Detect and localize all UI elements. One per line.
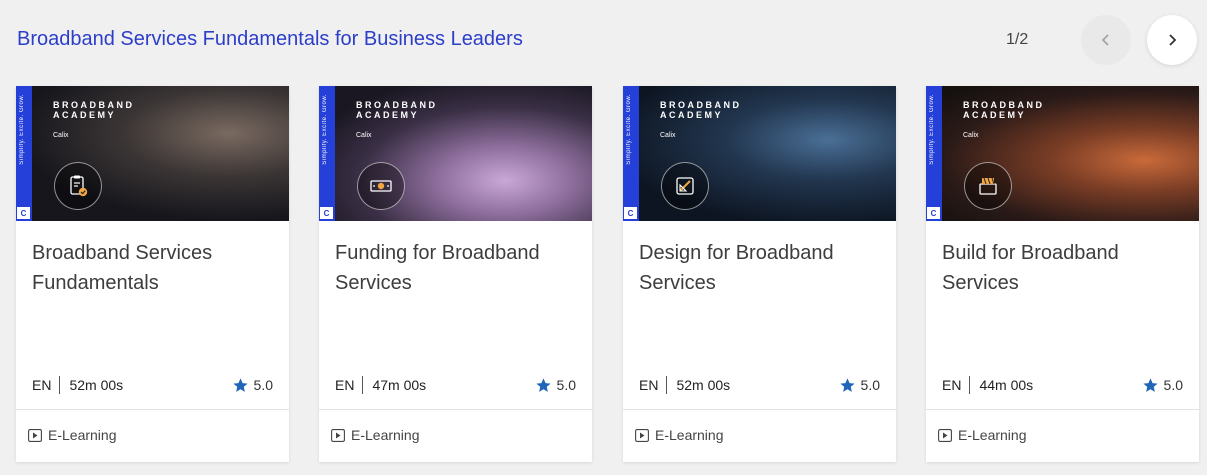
course-type-label: E-Learning [48, 427, 117, 443]
partner-logo: Calix [53, 132, 69, 139]
language-label: EN [335, 377, 355, 393]
rating-value: 5.0 [860, 377, 880, 393]
star-icon [839, 377, 855, 392]
rating: 5.0 [535, 377, 576, 394]
course-card[interactable]: Simplify. Excite. Grow. C BROADBAND ACADE… [926, 86, 1199, 462]
star-icon [1142, 377, 1158, 392]
tagline-bar: Simplify. Excite. Grow. C [319, 86, 335, 221]
course-thumbnail[interactable]: Simplify. Excite. Grow. C BROADBAND ACADE… [319, 86, 592, 221]
course-type-label: E-Learning [655, 427, 724, 443]
chevron-right-icon [1169, 34, 1177, 46]
rating: 5.0 [839, 377, 880, 394]
meta-divider [59, 376, 61, 394]
page-indicator: 1/2 [1006, 31, 1029, 48]
course-type: E-Learning [938, 427, 1027, 443]
play-video-icon [331, 428, 345, 442]
calix-mark-icon: C [320, 207, 333, 219]
rating-value: 5.0 [556, 377, 576, 393]
design-tools-icon [661, 162, 709, 210]
next-button[interactable] [1147, 15, 1197, 65]
play-video-icon [28, 428, 42, 442]
duration-label: 44m 00s [979, 377, 1034, 393]
course-meta: EN 47m 00s 5.0 [335, 375, 576, 395]
course-card[interactable]: Simplify. Excite. Grow. C BROADBAND ACADE… [623, 86, 896, 462]
partner-logo: Calix [660, 132, 676, 139]
language-label: EN [32, 377, 52, 393]
card-divider [926, 409, 1199, 410]
course-thumbnail[interactable]: Simplify. Excite. Grow. C BROADBAND ACADE… [926, 86, 1199, 221]
brand-logo: BROADBAND ACADEMY [660, 100, 742, 120]
course-type-label: E-Learning [351, 427, 420, 443]
course-type: E-Learning [635, 427, 724, 443]
meta-divider [666, 376, 668, 394]
course-type: E-Learning [28, 427, 117, 443]
construction-icon [964, 162, 1012, 210]
language-label: EN [639, 377, 659, 393]
card-divider [623, 409, 896, 410]
duration-label: 47m 00s [372, 377, 427, 393]
course-meta: EN 52m 00s 5.0 [32, 375, 273, 395]
clipboard-check-icon [54, 162, 102, 210]
course-title[interactable]: Build for Broadband Services [942, 238, 1187, 298]
course-meta: EN 52m 00s 5.0 [639, 375, 880, 395]
course-type: E-Learning [331, 427, 420, 443]
brand-logo: BROADBAND ACADEMY [963, 100, 1045, 120]
course-title[interactable]: Broadband Services Fundamentals [32, 238, 277, 298]
partner-logo: Calix [356, 132, 372, 139]
money-icon [357, 162, 405, 210]
section-title[interactable]: Broadband Services Fundamentals for Busi… [17, 28, 523, 51]
meta-divider [362, 376, 364, 394]
calix-mark-icon: C [624, 207, 637, 219]
course-thumbnail[interactable]: Simplify. Excite. Grow. C BROADBAND ACADE… [16, 86, 289, 221]
rating: 5.0 [1142, 377, 1183, 394]
course-title[interactable]: Funding for Broadband Services [335, 238, 580, 298]
duration-label: 52m 00s [69, 377, 124, 393]
card-divider [319, 409, 592, 410]
brand-logo: BROADBAND ACADEMY [356, 100, 438, 120]
course-card[interactable]: Simplify. Excite. Grow. C BROADBAND ACADE… [16, 86, 289, 462]
chevron-left-icon [1101, 34, 1109, 46]
rating: 5.0 [232, 377, 273, 394]
play-video-icon [635, 428, 649, 442]
course-type-label: E-Learning [958, 427, 1027, 443]
star-icon [232, 377, 248, 392]
partner-logo: Calix [963, 132, 979, 139]
previous-button[interactable] [1081, 15, 1131, 65]
rating-value: 5.0 [1163, 377, 1183, 393]
tagline-bar: Simplify. Excite. Grow. C [623, 86, 639, 221]
star-icon [535, 377, 551, 392]
duration-label: 52m 00s [676, 377, 731, 393]
calix-mark-icon: C [927, 207, 940, 219]
rating-value: 5.0 [253, 377, 273, 393]
course-meta: EN 44m 00s 5.0 [942, 375, 1183, 395]
tagline-bar: Simplify. Excite. Grow. C [16, 86, 32, 221]
course-card[interactable]: Simplify. Excite. Grow. C BROADBAND ACADE… [319, 86, 592, 462]
course-title[interactable]: Design for Broadband Services [639, 238, 884, 298]
play-video-icon [938, 428, 952, 442]
calix-mark-icon: C [17, 207, 30, 219]
carousel-header: Broadband Services Fundamentals for Busi… [0, 0, 1207, 80]
card-divider [16, 409, 289, 410]
language-label: EN [942, 377, 962, 393]
brand-logo: BROADBAND ACADEMY [53, 100, 135, 120]
tagline-bar: Simplify. Excite. Grow. C [926, 86, 942, 221]
meta-divider [969, 376, 971, 394]
course-thumbnail[interactable]: Simplify. Excite. Grow. C BROADBAND ACADE… [623, 86, 896, 221]
